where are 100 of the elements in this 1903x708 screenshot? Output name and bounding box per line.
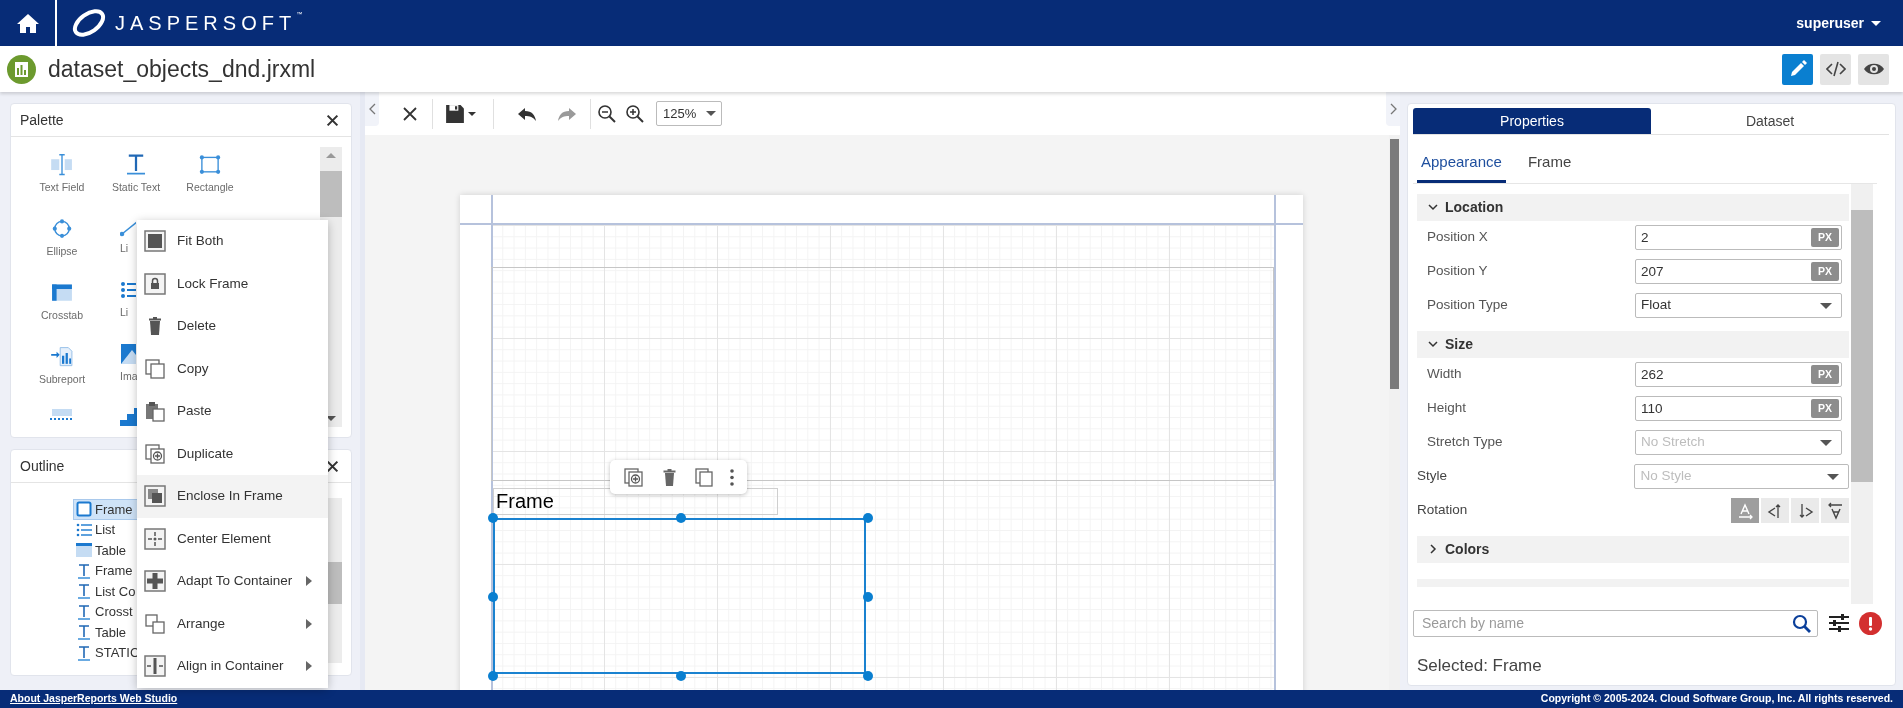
text-icon [76,624,92,641]
view-mode-button[interactable] [1820,53,1851,85]
caret-icon [1820,302,1832,309]
about-link[interactable]: About JasperReports Web Studio [10,691,178,707]
menu-item[interactable]: Lock Frame [137,262,328,305]
menu-item[interactable]: Copy [137,347,328,390]
frame-element[interactable] [493,518,866,674]
rotation-button[interactable] [1821,498,1849,523]
rotation-button[interactable] [1791,498,1819,523]
element-action-button[interactable] [623,466,645,488]
collapse-left-button[interactable] [365,92,379,126]
caret-icon [467,111,476,116]
palette-item[interactable]: Text Field [39,152,85,196]
resize-handle[interactable] [675,671,686,681]
copyright-text: Copyright © 2005-2024. Cloud Software Group, Inc. All rights reserved. [1540,691,1893,707]
floppy-icon [444,103,465,124]
zoom-dropdown[interactable]: 125% [656,101,722,126]
resize-handle[interactable] [488,513,498,523]
palette-item[interactable]: Ellipse [46,216,78,260]
palette-item[interactable]: Rectangle [186,152,234,196]
clipboard-icon [144,400,166,423]
palette-item[interactable]: Crosstab [41,280,83,324]
menu-item[interactable]: Fit Both [137,220,328,263]
user-menu[interactable]: superuser [1796,0,1903,46]
sub-tab[interactable]: Appearance [1417,149,1506,183]
close-icon [326,113,339,127]
menu-item[interactable]: Duplicate [137,432,328,475]
close-icon [402,105,418,122]
error-button[interactable] [1859,611,1882,635]
section-header[interactable]: Colors [1417,535,1849,563]
caret-icon [1871,20,1881,26]
document-title: dataset_objects_dnd.jrxml [48,54,316,84]
resize-handle[interactable] [488,671,498,681]
resize-handle[interactable] [863,592,873,602]
palette-item[interactable]: Li [120,216,136,260]
scroll-down-icon [326,416,336,421]
duplicate-icon [623,466,645,488]
filter-button[interactable] [1828,613,1850,633]
section-header[interactable]: Location [1417,193,1849,221]
field-label: Position X [1427,228,1489,247]
resize-handle[interactable] [488,592,498,602]
dropdown[interactable]: Float [1635,293,1842,318]
expand-right-button[interactable] [1386,92,1400,126]
menu-item[interactable]: Paste [137,390,328,433]
palette-item[interactable]: Static Text [111,152,161,196]
resize-handle[interactable] [675,513,686,523]
caret-icon [1827,473,1839,480]
field-label: Stretch Type [1427,433,1504,452]
logo-text: JASPERSOFT [115,13,297,33]
plus-icon [144,570,166,593]
table-icon [76,542,92,559]
field-label: Style [1417,467,1448,486]
close-button[interactable] [326,459,339,473]
field-label: Position Type [1427,296,1509,315]
error-icon [1859,611,1882,635]
zoom-in-icon [625,103,645,124]
menu-item[interactable]: Enclose In Frame [137,475,328,518]
kebab-menu-icon [729,468,734,486]
caret-icon [706,111,716,116]
menu-item[interactable]: Adapt To Container [137,560,328,603]
element-action-button[interactable] [729,468,734,486]
rotation-icon [1826,501,1844,520]
search-field[interactable]: Search by name [1413,609,1818,637]
field-label: Width [1427,365,1463,384]
close-button[interactable] [326,113,339,127]
fit-icon [144,230,166,253]
enclose-icon [144,485,166,508]
layers-icon [144,612,166,635]
view-mode-button[interactable] [1858,53,1889,85]
resize-handle[interactable] [863,671,873,681]
sub-tab[interactable]: Frame [1523,149,1576,183]
rotation-button[interactable] [1761,498,1789,523]
copy-icon [694,466,716,488]
text-icon [76,603,92,620]
text-icon [76,562,92,579]
code-icon [1825,59,1846,79]
scrollbar[interactable] [1851,183,1873,604]
chevron-left-icon [368,103,376,115]
palette-item[interactable]: Subreport [38,344,86,388]
field-label: Rotation [1417,501,1469,520]
menu-item[interactable]: Center Element [137,517,328,560]
palette-item[interactable]: Li [120,280,136,324]
close-icon [326,459,339,473]
unit-label: PX [1811,228,1839,247]
panel-tab[interactable]: Properties [1413,108,1651,135]
view-mode-button[interactable] [1782,53,1813,85]
frame-icon [76,501,92,518]
unit-label: PX [1811,262,1839,281]
menu-item[interactable]: Delete [137,305,328,348]
element-action-button[interactable] [694,466,716,488]
copy-icon [144,357,166,380]
menu-item[interactable]: Arrange [137,602,328,645]
sliders-icon [1828,613,1850,633]
unit-label: PX [1811,399,1839,418]
resize-handle[interactable] [863,513,873,523]
text-icon [76,644,92,661]
scroll-up-icon [326,153,336,158]
section-header[interactable]: Size [1417,330,1849,358]
home-icon [16,13,39,33]
menu-item[interactable]: Align in Container [137,645,328,688]
